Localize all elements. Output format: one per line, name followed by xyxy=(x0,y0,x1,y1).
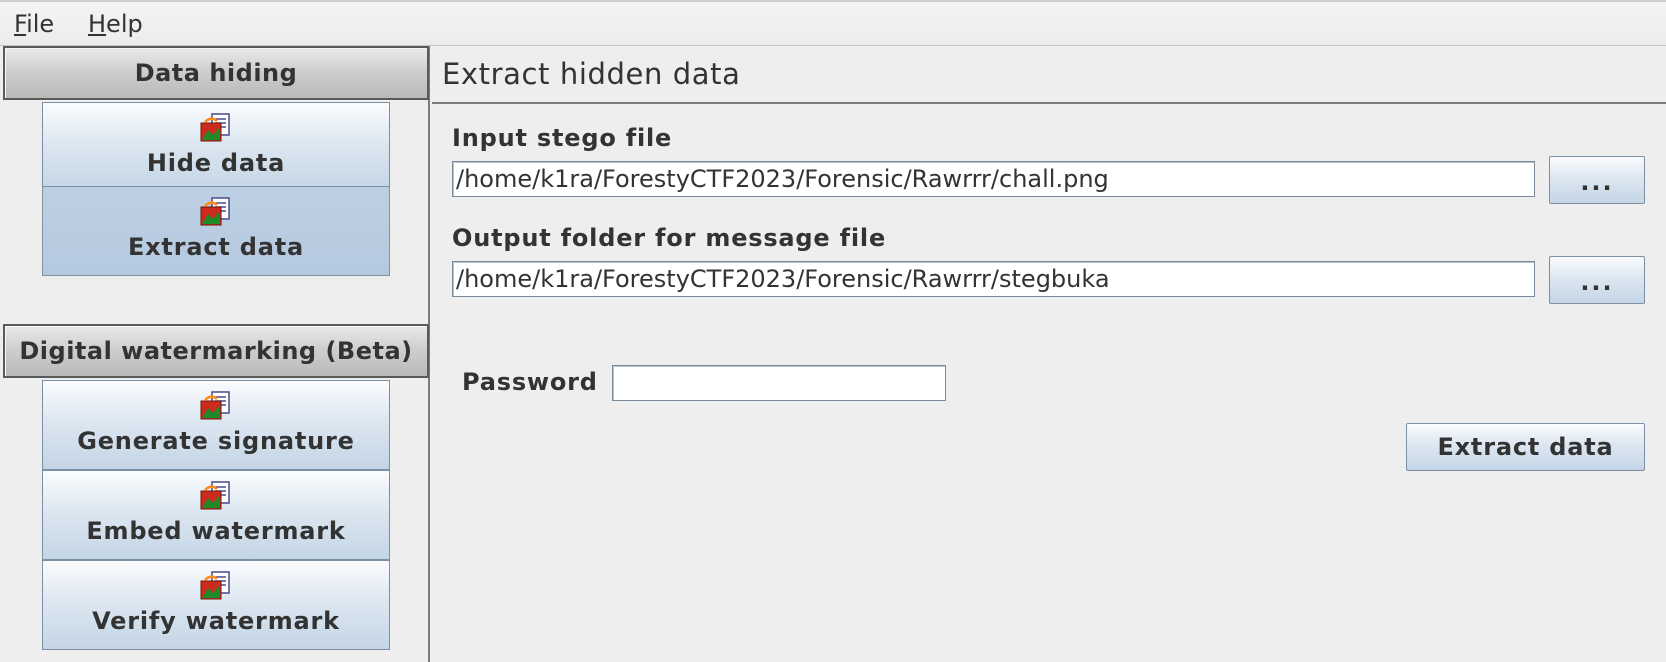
page-title: Extract hidden data xyxy=(432,46,1666,104)
openstego-window: File Help Data hiding Hide data Extract … xyxy=(0,0,1666,662)
sidebar: Data hiding Hide data Extract data Digit… xyxy=(0,46,430,662)
sidebar-item-label: Generate signature xyxy=(77,427,355,455)
menu-bar: File Help xyxy=(0,0,1666,46)
main-panel: Extract hidden data Input stego file /ho… xyxy=(432,46,1666,662)
menu-help-label: elp xyxy=(106,10,143,38)
section-header-digital-watermarking[interactable]: Digital watermarking (Beta) xyxy=(3,324,429,378)
stego-file-icon xyxy=(200,113,230,142)
sidebar-item-generate-signature[interactable]: Generate signature xyxy=(42,380,390,470)
output-folder-field[interactable]: /home/k1ra/ForestyCTF2023/Forensic/Rawrr… xyxy=(452,261,1535,297)
stego-file-icon xyxy=(200,571,230,600)
sidebar-item-label: Extract data xyxy=(127,233,305,261)
stego-file-icon xyxy=(200,481,230,510)
menu-help-mnemonic: H xyxy=(88,10,107,38)
section-header-label: Data hiding xyxy=(134,59,298,87)
password-label: Password xyxy=(462,368,598,396)
sidebar-item-extract-data[interactable]: Extract data xyxy=(42,186,390,276)
section-header-label: Digital watermarking (Beta) xyxy=(19,337,413,365)
menu-file-label: ile xyxy=(26,10,55,38)
stego-file-icon xyxy=(200,391,230,420)
password-field[interactable] xyxy=(612,365,946,401)
input-stego-label: Input stego file xyxy=(452,124,673,152)
sidebar-item-verify-watermark[interactable]: Verify watermark xyxy=(42,560,390,650)
menu-file[interactable]: File xyxy=(14,10,54,38)
browse-output-button[interactable]: ... xyxy=(1549,256,1645,304)
sidebar-item-label: Verify watermark xyxy=(92,607,340,635)
output-folder-label: Output folder for message file xyxy=(452,224,887,252)
browse-input-button[interactable]: ... xyxy=(1549,156,1645,204)
menu-file-mnemonic: F xyxy=(14,10,27,38)
menu-help[interactable]: Help xyxy=(88,10,143,38)
sidebar-item-hide-data[interactable]: Hide data xyxy=(42,102,390,192)
extract-data-button[interactable]: Extract data xyxy=(1406,423,1645,471)
sidebar-item-label: Hide data xyxy=(146,149,286,177)
section-header-data-hiding[interactable]: Data hiding xyxy=(3,46,429,100)
input-stego-field[interactable]: /home/k1ra/ForestyCTF2023/Forensic/Rawrr… xyxy=(452,161,1535,197)
sidebar-item-label: Embed watermark xyxy=(86,517,346,545)
stego-file-icon xyxy=(200,197,230,226)
sidebar-item-embed-watermark[interactable]: Embed watermark xyxy=(42,470,390,560)
